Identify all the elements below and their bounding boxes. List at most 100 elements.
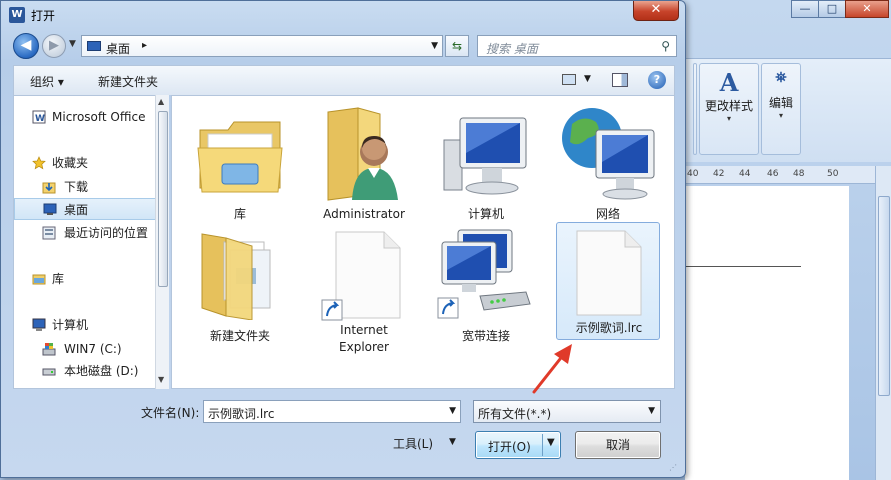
file-label: 示例歌词.lrc [575,321,643,335]
filename-label: 文件名(N): [141,406,200,420]
folder-icon [201,233,271,320]
word-ribbon: A 更改样式 ▾ ⛯ 编辑 ▾ [685,58,891,162]
dialog-title: 打开 [31,9,56,23]
view-options-dropdown-icon[interactable]: ▼ [584,74,591,84]
file-label: Internet [340,323,388,337]
word-maximize-button[interactable]: □ [818,0,846,18]
desktop-icon [43,203,57,215]
navigation-pane: W Microsoft Office 收藏夹 下载 桌面 最近访问的位置 库 计… [13,95,169,389]
file-item-lrc-selected[interactable]: 示例歌词.lrc [556,222,660,340]
file-label: 计算机 [467,207,504,221]
word-window-buttons: — □ ✕ [791,0,889,18]
file-label: Explorer [339,340,389,354]
nav-label: 本地磁盘 (D:) [64,364,139,378]
nav-item-drive-c[interactable]: WIN7 (C:) [14,338,154,360]
help-icon[interactable]: ? [648,71,666,89]
file-type-select[interactable]: 所有文件(*.*) ▼ [473,400,661,423]
editing-label: 编辑 [768,96,793,110]
open-options-dropdown-icon[interactable]: ▼ [547,437,555,448]
scroll-down-arrow-icon[interactable]: ▼ [158,375,164,384]
split-divider [542,434,543,456]
chevron-down-icon[interactable]: ▼ [648,406,655,416]
ruler-tick: 42 [713,169,725,179]
breadcrumb-desktop[interactable]: 桌面 [106,40,130,57]
user-folder-icon [327,107,398,201]
search-icon[interactable]: ⚲ [661,39,670,53]
blank-file-icon [576,230,642,316]
dialog-titlebar[interactable]: W 打开 [1,1,685,29]
resize-grip-icon[interactable]: ⋰ [669,463,677,472]
preview-pane-icon[interactable] [612,73,628,87]
back-button[interactable]: ◀ [13,33,39,59]
open-button[interactable]: 打开(O) ▼ [475,431,561,459]
search-input[interactable]: 搜索 桌面 ⚲ [477,35,677,57]
refresh-button[interactable]: ⇆ [445,35,469,57]
organize-button[interactable]: 组织 ▾ [30,73,64,90]
file-item-broadband[interactable]: 宽带连接 [434,224,538,354]
file-list-view: 库 Administrator 计算机 网络 新建文件夹 Internet Ex… [171,95,675,389]
ribbon-editing[interactable]: ⛯ 编辑 ▾ [761,63,801,155]
ruler-tick: 46 [767,169,779,179]
breadcrumb-chevron-icon[interactable]: ▸ [142,40,147,51]
file-item-computer[interactable]: 计算机 [434,102,538,222]
nav-item-downloads[interactable]: 下载 [14,176,154,198]
word-vertical-scrollbar[interactable] [875,166,891,480]
shortcut-file-icon [321,231,401,321]
file-label: 网络 [595,207,620,221]
computer-icon [32,318,46,331]
filename-input[interactable]: 示例歌词.lrc ▼ [203,400,461,423]
nav-pane-scrollbar[interactable]: ▲ ▼ [155,95,169,389]
file-item-administrator[interactable]: Administrator [312,102,416,222]
close-button[interactable]: ✕ [633,1,679,21]
chevron-down-icon[interactable]: ▼ [449,406,456,416]
address-bar[interactable]: 桌面 ▸ ▼ [81,35,443,57]
binoculars-icon: ⛯ [775,70,787,86]
chevron-down-icon: ▾ [726,114,731,123]
file-item-libraries[interactable]: 库 [188,102,292,222]
scroll-up-arrow-icon[interactable]: ▲ [158,97,164,106]
file-item-new-folder[interactable]: 新建文件夹 [188,224,292,354]
scroll-thumb[interactable] [878,196,890,396]
file-label: Administrator [323,207,405,221]
nav-item-microsoft-office[interactable]: W Microsoft Office [14,106,154,128]
file-label: 宽带连接 [461,329,510,343]
nav-item-recent-places[interactable]: 最近访问的位置 [14,222,154,244]
nav-label: 桌面 [64,203,89,217]
network-icon [562,108,655,200]
recent-pages-dropdown-icon[interactable]: ▼ [69,39,76,49]
word-minimize-button[interactable]: — [791,0,819,18]
ribbon-group-edge [693,63,697,155]
filename-value: 示例歌词.lrc [208,407,275,421]
word-close-button[interactable]: ✕ [845,0,889,18]
nav-label: 库 [52,272,65,286]
nav-item-libraries[interactable]: 库 [14,268,154,290]
address-dropdown-icon[interactable]: ▼ [431,41,438,51]
word-document-page[interactable] [685,186,849,480]
new-folder-button[interactable]: 新建文件夹 [98,73,158,90]
forward-button[interactable]: ▶ [42,34,66,58]
cancel-button[interactable]: 取消 [575,431,661,459]
office-icon: W [32,110,46,124]
file-item-network[interactable]: 网络 [556,102,660,222]
change-view-icon[interactable] [562,74,576,85]
nav-item-desktop[interactable]: 桌面 [14,198,158,220]
nav-item-computer[interactable]: 计算机 [14,314,154,336]
nav-label: Microsoft Office [52,110,146,124]
file-item-internet-explorer[interactable]: Internet Explorer [312,224,416,354]
tools-button[interactable]: 工具(L) ▼ [393,435,456,452]
system-drive-icon [42,343,56,356]
ruler-tick: 50 [827,169,839,179]
file-type-value: 所有文件(*.*) [478,407,552,421]
ribbon-change-styles[interactable]: A 更改样式 ▾ [699,63,759,155]
broadband-connection-icon [437,229,531,319]
ruler-tick: 44 [739,169,751,179]
nav-label: 收藏夹 [52,156,89,170]
scroll-thumb[interactable] [158,111,168,287]
file-label: 库 [233,207,246,221]
nav-item-favorites[interactable]: 收藏夹 [14,152,154,174]
nav-label: 计算机 [52,318,89,332]
document-text-line [685,266,801,267]
library-icon [32,274,46,285]
nav-item-drive-d[interactable]: 本地磁盘 (D:) [14,360,154,382]
change-styles-icon: A [719,68,739,97]
